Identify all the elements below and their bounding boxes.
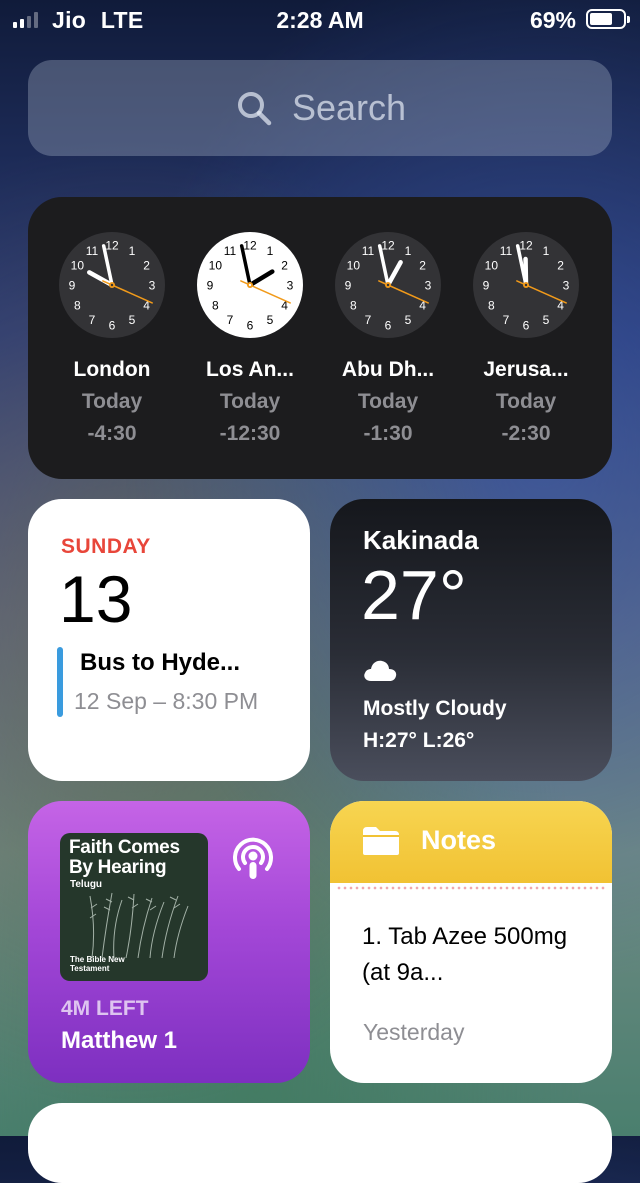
svg-text:10: 10 bbox=[347, 259, 361, 273]
clock-day: Today bbox=[43, 390, 181, 414]
svg-text:10: 10 bbox=[485, 259, 499, 273]
clock-face-icon: 123456789101112 bbox=[472, 231, 580, 339]
svg-text:8: 8 bbox=[212, 299, 219, 313]
cover-title: Faith Comes By Hearing bbox=[69, 838, 208, 878]
svg-text:6: 6 bbox=[385, 319, 392, 333]
svg-text:10: 10 bbox=[71, 259, 85, 273]
calendar-weekday: SUNDAY bbox=[61, 535, 151, 559]
svg-text:12: 12 bbox=[519, 239, 533, 253]
svg-text:6: 6 bbox=[523, 319, 530, 333]
clock-city: Los An... bbox=[181, 358, 319, 382]
clock-offset: -2:30 bbox=[457, 422, 595, 446]
cover-footer: The Bible New Testament bbox=[70, 955, 140, 973]
clock-london[interactable]: 123456789101112 London Today -4:30 bbox=[43, 197, 181, 446]
search-bar[interactable]: Search bbox=[28, 60, 612, 156]
clock-face-icon: 123456789101112 bbox=[58, 231, 166, 339]
weather-widget[interactable]: Kakinada 27° Mostly Cloudy H:27° L:26° bbox=[330, 499, 612, 781]
clock-day: Today bbox=[319, 390, 457, 414]
weather-temperature: 27° bbox=[361, 555, 467, 635]
svg-text:2: 2 bbox=[143, 259, 150, 273]
svg-text:5: 5 bbox=[267, 313, 274, 327]
svg-text:12: 12 bbox=[243, 239, 257, 253]
svg-text:6: 6 bbox=[109, 319, 116, 333]
podcasts-icon bbox=[228, 833, 278, 883]
svg-text:7: 7 bbox=[89, 313, 96, 327]
notes-title: Notes bbox=[421, 825, 496, 856]
svg-text:8: 8 bbox=[350, 299, 357, 313]
svg-text:11: 11 bbox=[500, 244, 513, 258]
podcast-time-left: 4M LEFT bbox=[61, 997, 149, 1021]
svg-text:9: 9 bbox=[207, 279, 214, 293]
status-bar: Jio LTE 2:28 AM 69% bbox=[0, 0, 640, 40]
svg-text:8: 8 bbox=[74, 299, 81, 313]
calendar-day: 13 bbox=[59, 561, 132, 637]
world-clock-widget[interactable]: 123456789101112 London Today -4:30 12345… bbox=[28, 197, 612, 479]
search-icon bbox=[234, 88, 274, 128]
battery-icon bbox=[586, 9, 626, 29]
svg-text:7: 7 bbox=[503, 313, 510, 327]
weather-condition: Mostly Cloudy bbox=[363, 697, 507, 721]
notes-widget[interactable]: Notes 1. Tab Azee 500mg (at 9a... Yester… bbox=[330, 801, 612, 1083]
podcast-episode: Matthew 1 bbox=[61, 1027, 177, 1055]
clock-offset: -1:30 bbox=[319, 422, 457, 446]
clock-face-icon: 123456789101112 bbox=[196, 231, 304, 339]
svg-text:11: 11 bbox=[86, 244, 99, 258]
weather-high-low: H:27° L:26° bbox=[363, 729, 474, 753]
svg-text:5: 5 bbox=[543, 313, 550, 327]
svg-text:1: 1 bbox=[405, 244, 412, 258]
svg-text:3: 3 bbox=[425, 279, 432, 293]
weather-city: Kakinada bbox=[363, 525, 479, 556]
svg-text:9: 9 bbox=[69, 279, 76, 293]
event-title: Bus to Hyde... bbox=[80, 649, 240, 677]
svg-text:10: 10 bbox=[209, 259, 223, 273]
svg-text:2: 2 bbox=[557, 259, 564, 273]
svg-text:1: 1 bbox=[543, 244, 550, 258]
svg-text:5: 5 bbox=[129, 313, 136, 327]
svg-text:12: 12 bbox=[381, 239, 395, 253]
svg-text:7: 7 bbox=[365, 313, 372, 327]
clock-offset: -4:30 bbox=[43, 422, 181, 446]
svg-text:6: 6 bbox=[247, 319, 254, 333]
svg-text:1: 1 bbox=[267, 244, 274, 258]
svg-text:3: 3 bbox=[149, 279, 156, 293]
svg-text:1: 1 bbox=[129, 244, 136, 258]
podcast-cover[interactable]: Faith Comes By Hearing Telugu The Bible … bbox=[60, 833, 208, 981]
podcast-widget[interactable]: Faith Comes By Hearing Telugu The Bible … bbox=[28, 801, 310, 1083]
svg-text:2: 2 bbox=[419, 259, 426, 273]
calendar-widget[interactable]: SUNDAY 13 Bus to Hyde... 12 Sep – 8:30 P… bbox=[28, 499, 310, 781]
notes-divider bbox=[336, 886, 606, 890]
svg-text:11: 11 bbox=[224, 244, 237, 258]
clock-city: London bbox=[43, 358, 181, 382]
note-text: 1. Tab Azee 500mg (at 9a... bbox=[362, 919, 592, 991]
next-widget-peek[interactable] bbox=[28, 1103, 612, 1183]
clock-day: Today bbox=[457, 390, 595, 414]
svg-text:11: 11 bbox=[362, 244, 375, 258]
cloud-icon bbox=[362, 657, 398, 683]
wheat-illustration-icon bbox=[82, 888, 192, 958]
notes-header: Notes bbox=[330, 801, 612, 883]
event-color-bar bbox=[57, 647, 63, 717]
clock-city: Jerusa... bbox=[457, 358, 595, 382]
clock-abu-dhabi[interactable]: 123456789101112 Abu Dh... Today -1:30 bbox=[319, 197, 457, 446]
battery-percent: 69% bbox=[530, 7, 576, 34]
clock-face-icon: 123456789101112 bbox=[334, 231, 442, 339]
clock-city: Abu Dh... bbox=[319, 358, 457, 382]
clock-los-angeles[interactable]: 123456789101112 Los An... Today -12:30 bbox=[181, 197, 319, 446]
clock-jerusalem[interactable]: 123456789101112 Jerusa... Today -2:30 bbox=[457, 197, 595, 446]
svg-text:3: 3 bbox=[563, 279, 570, 293]
svg-text:7: 7 bbox=[227, 313, 234, 327]
svg-text:9: 9 bbox=[483, 279, 490, 293]
svg-text:3: 3 bbox=[287, 279, 294, 293]
svg-text:12: 12 bbox=[105, 239, 119, 253]
svg-text:8: 8 bbox=[488, 299, 495, 313]
clock-day: Today bbox=[181, 390, 319, 414]
svg-text:9: 9 bbox=[345, 279, 352, 293]
search-placeholder: Search bbox=[292, 87, 406, 129]
event-time: 12 Sep – 8:30 PM bbox=[74, 688, 258, 715]
svg-text:2: 2 bbox=[281, 259, 288, 273]
clock-offset: -12:30 bbox=[181, 422, 319, 446]
note-date: Yesterday bbox=[363, 1019, 464, 1046]
folder-icon bbox=[361, 825, 401, 857]
svg-text:5: 5 bbox=[405, 313, 412, 327]
